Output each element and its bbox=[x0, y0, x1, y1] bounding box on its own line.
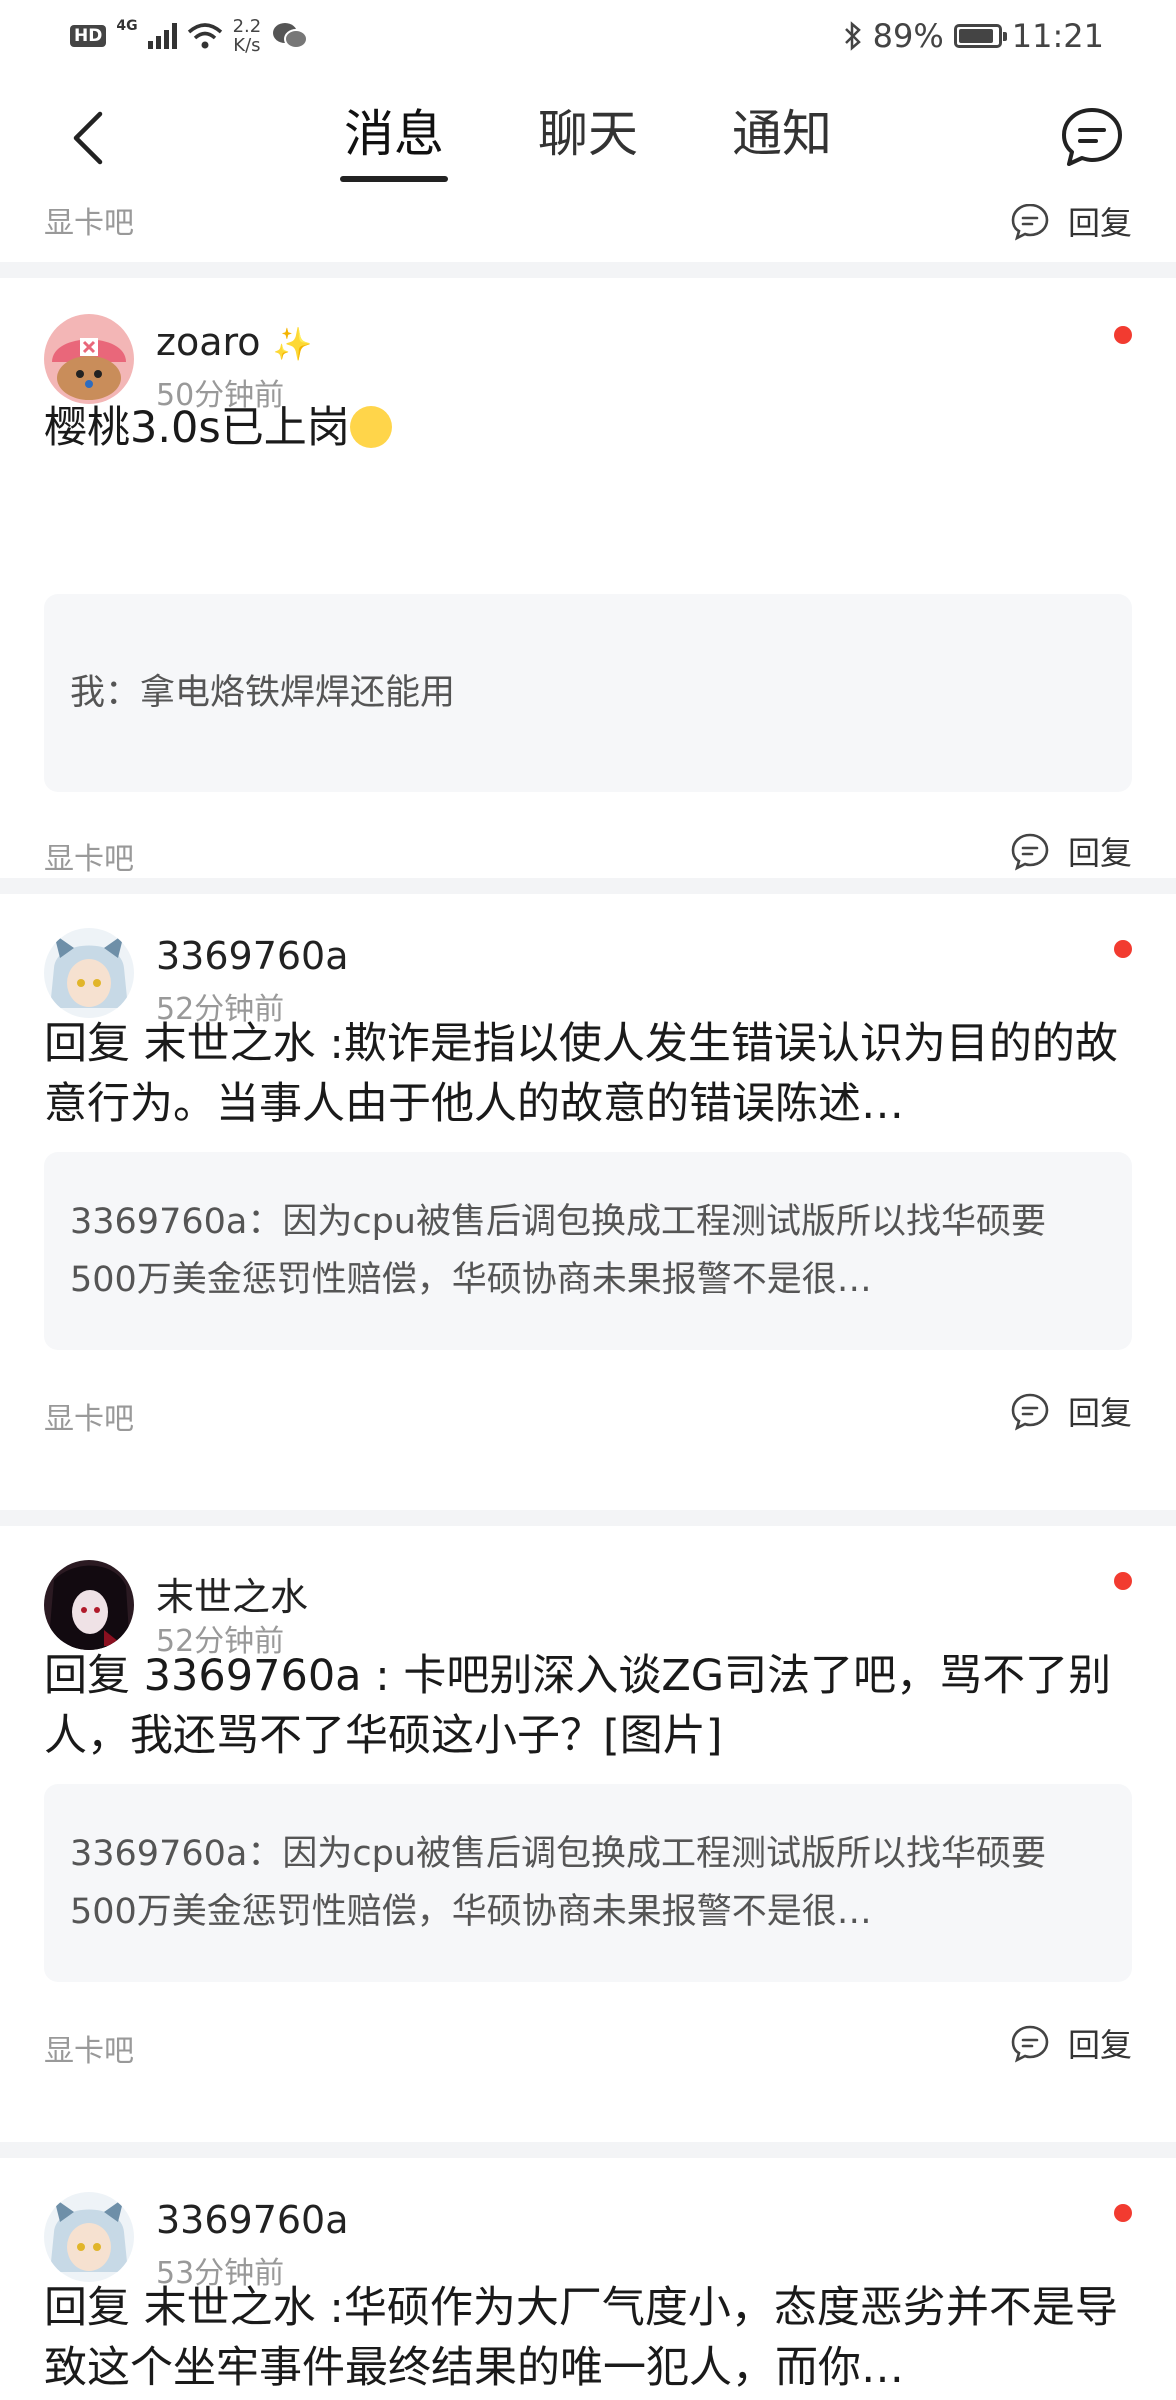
unread-dot bbox=[1114, 1572, 1132, 1590]
battery-icon bbox=[953, 24, 1007, 48]
reply-button[interactable]: 回复 bbox=[1010, 2020, 1132, 2066]
unread-dot bbox=[1114, 2204, 1132, 2222]
message-body[interactable]: 回复 末世之水 :欺诈是指以使人发生错误认识为目的的故意行为。当事人由于他人的故… bbox=[44, 1014, 1132, 1134]
tab-messages[interactable]: 消息 bbox=[340, 104, 448, 182]
message-body[interactable]: 樱桃3.0s已上岗 bbox=[44, 398, 1132, 458]
avatar[interactable] bbox=[44, 314, 134, 404]
divider bbox=[0, 2142, 1176, 2158]
quote-text: 我：拿电烙铁焊焊还能用 bbox=[70, 673, 456, 713]
avatar[interactable] bbox=[44, 928, 134, 1018]
quote-text: 3369760a：因为cpu被售后调包换成工程测试版所以找华硕要500万美金惩罚… bbox=[70, 1202, 1046, 1300]
divider bbox=[0, 878, 1176, 894]
quoted-post[interactable]: 3369760a：因为cpu被售后调包换成工程测试版所以找华硕要500万美金惩罚… bbox=[44, 1784, 1132, 1982]
reply-button[interactable]: 回复 bbox=[1010, 204, 1132, 244]
bluetooth-icon bbox=[844, 21, 861, 51]
tab-bar: 消息 聊天 通知 bbox=[0, 104, 1176, 182]
compose-message-icon[interactable] bbox=[1058, 104, 1126, 172]
reply-label: 回复 bbox=[1067, 204, 1132, 242]
wechat-icon bbox=[273, 23, 309, 49]
quote-text: 3369760a：因为cpu被售后调包换成工程测试版所以找华硕要500万美金惩罚… bbox=[70, 1834, 1046, 1932]
tab-notifications[interactable]: 通知 bbox=[728, 104, 836, 176]
battery-fill bbox=[958, 29, 993, 43]
reply-label: 回复 bbox=[1067, 1394, 1132, 1432]
username[interactable]: zoaro bbox=[156, 320, 261, 364]
reply-label: 回复 bbox=[1067, 2026, 1132, 2064]
forum-name[interactable]: 显卡吧 bbox=[44, 204, 134, 242]
list-item: 显卡吧 回复 bbox=[0, 204, 1176, 262]
message-body[interactable]: 回复 末世之水 :华硕作为大厂气度小，态度恶劣并不是导致这个坐牢事件最终结果的唯… bbox=[44, 2278, 1132, 2398]
avatar[interactable] bbox=[44, 1560, 134, 1650]
divider bbox=[0, 1510, 1176, 1526]
message-text: 回复 3369760a : 卡吧别深入谈ZG司法了吧，骂不了别人，我还骂不了华硕… bbox=[44, 1651, 1112, 1761]
hd-voice-icon: HD bbox=[70, 25, 107, 47]
message-text: 回复 末世之水 :华硕作为大厂气度小，态度恶劣并不是导致这个坐牢事件最终结果的唯… bbox=[44, 2283, 1118, 2393]
unread-dot bbox=[1114, 940, 1132, 958]
forum-name[interactable]: 显卡吧 bbox=[44, 1394, 134, 1438]
quoted-post[interactable]: 我：拿电烙铁焊焊还能用 bbox=[44, 594, 1132, 792]
network-type: 4G bbox=[116, 18, 138, 34]
unread-dot bbox=[1114, 326, 1132, 344]
message-text: 回复 末世之水 :欺诈是指以使人发生错误认识为目的的故意行为。当事人由于他人的故… bbox=[44, 1019, 1118, 1129]
list-item[interactable]: zoaro ✨ 50分钟前 樱桃3.0s已上岗 我：拿电烙铁焊焊还能用 显卡吧 … bbox=[0, 278, 1176, 877]
reply-label: 回复 bbox=[1067, 834, 1132, 872]
message-list: 显卡吧 回复 zoaro ✨ 50分钟前 樱桃3.0s已上岗 我：拿电烙铁焊焊还… bbox=[0, 204, 1176, 2400]
quoted-post[interactable]: 3369760a：因为cpu被售后调包换成工程测试版所以找华硕要500万美金惩罚… bbox=[44, 1152, 1132, 1350]
comment-icon bbox=[1011, 833, 1049, 871]
list-item[interactable]: 末世之水 52分钟前 回复 3369760a : 卡吧别深入谈ZG司法了吧，骂不… bbox=[0, 1526, 1176, 2142]
reply-button[interactable]: 回复 bbox=[1010, 1388, 1132, 1434]
comment-icon bbox=[1011, 204, 1049, 241]
top-nav: 消息 聊天 通知 bbox=[0, 72, 1176, 204]
list-item[interactable]: 3369760a 52分钟前 回复 末世之水 :欺诈是指以使人发生错误认识为目的… bbox=[0, 894, 1176, 1510]
username[interactable]: 3369760a bbox=[156, 2198, 349, 2242]
avatar[interactable] bbox=[44, 2192, 134, 2282]
speed-value: 2.2 bbox=[232, 16, 262, 37]
tab-chat[interactable]: 聊天 bbox=[534, 104, 642, 176]
network-speed: 2.2 K/s bbox=[233, 17, 262, 55]
wifi-icon bbox=[187, 23, 222, 49]
grinning-emoji-icon bbox=[349, 406, 392, 448]
reply-button[interactable]: 回复 bbox=[1010, 828, 1132, 874]
message-text: 樱桃3.0s已上岗 bbox=[44, 403, 350, 453]
sparkle-icon: ✨ bbox=[272, 325, 313, 363]
list-item[interactable]: 3369760a 53分钟前 回复 末世之水 :华硕作为大厂气度小，态度恶劣并不… bbox=[0, 2158, 1176, 2400]
message-body[interactable]: 回复 3369760a : 卡吧别深入谈ZG司法了吧，骂不了别人，我还骂不了华硕… bbox=[44, 1646, 1132, 1766]
forum-name[interactable]: 显卡吧 bbox=[44, 834, 134, 878]
divider bbox=[0, 262, 1176, 278]
username[interactable]: 3369760a bbox=[156, 934, 349, 978]
username-row: zoaro ✨ bbox=[156, 320, 312, 364]
clock: 11:21 bbox=[1011, 17, 1104, 55]
speed-unit: K/s bbox=[233, 35, 261, 56]
battery-percent: 89% bbox=[872, 17, 944, 55]
comment-icon bbox=[1011, 1393, 1049, 1431]
comment-icon bbox=[1011, 2025, 1049, 2063]
forum-name[interactable]: 显卡吧 bbox=[44, 2026, 134, 2070]
status-bar: HD 4G 2.2 K/s 89% 11:21 bbox=[0, 0, 1176, 72]
signal-icon bbox=[147, 23, 177, 49]
username[interactable]: 末世之水 bbox=[156, 1566, 308, 1621]
